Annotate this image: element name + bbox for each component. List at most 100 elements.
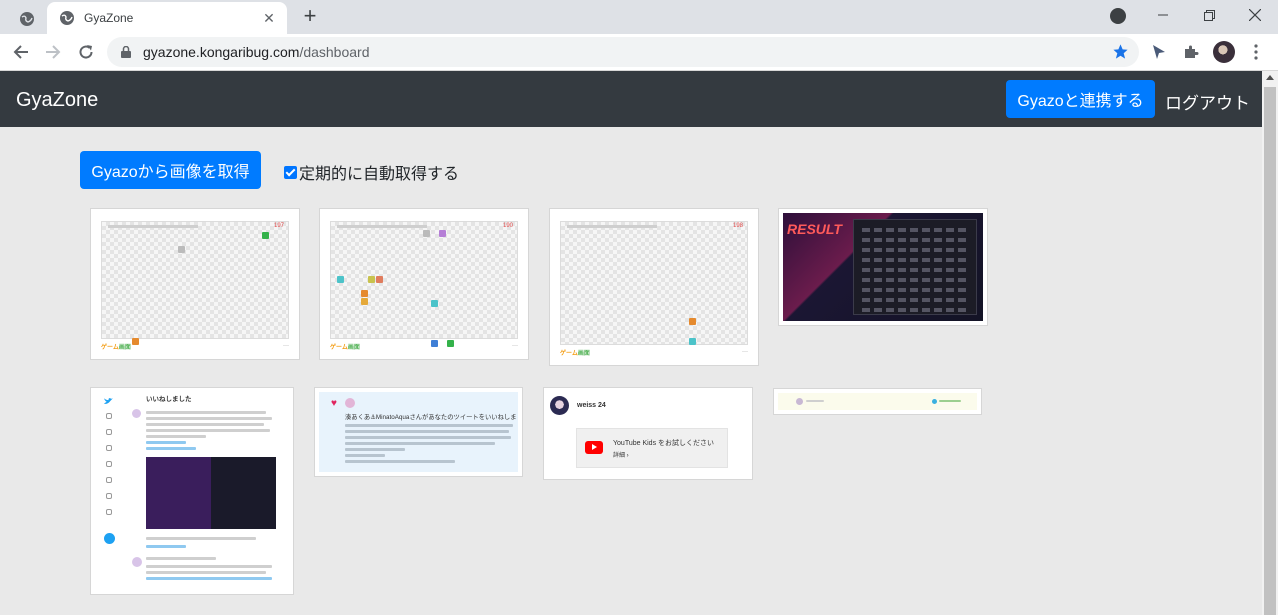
game-board: 190 bbox=[330, 221, 518, 347]
image-thumbnail[interactable]: 198 ゲーム 画面 ··· bbox=[549, 208, 759, 366]
tweet-text-line bbox=[146, 435, 206, 438]
more-vertical-icon bbox=[1254, 44, 1258, 60]
reload-button[interactable] bbox=[74, 40, 98, 64]
result-row bbox=[862, 278, 970, 282]
progress-bar bbox=[108, 225, 198, 228]
extension-button[interactable] bbox=[1148, 41, 1170, 63]
avatar bbox=[345, 398, 355, 408]
new-tab-button[interactable]: + bbox=[298, 5, 322, 29]
profile-button[interactable] bbox=[1213, 41, 1235, 63]
url-path: /dashboard bbox=[299, 44, 370, 60]
auto-fetch-checkbox[interactable] bbox=[284, 165, 297, 179]
star-icon[interactable] bbox=[1112, 43, 1129, 60]
tab-inactive[interactable] bbox=[8, 4, 46, 34]
notification-text: 湊あくあ⚓MinatoAquaさんがあなたのツイートをいいねしました bbox=[345, 414, 518, 421]
avatar bbox=[132, 557, 142, 567]
result-row bbox=[862, 268, 970, 272]
minimize-button[interactable] bbox=[1140, 0, 1186, 30]
globe-icon bbox=[20, 12, 34, 26]
tweet-text-line bbox=[146, 423, 264, 426]
game-footer-label: ゲーム bbox=[330, 344, 348, 351]
scroll-up-arrow-icon[interactable] bbox=[1266, 75, 1274, 80]
twitter-sidebar bbox=[98, 391, 118, 591]
url-host: gyazone.kongaribug.com bbox=[143, 44, 300, 60]
arrow-right-icon bbox=[46, 45, 61, 59]
brand-title[interactable]: GyaZone bbox=[16, 89, 98, 112]
tab-active[interactable]: GyaZone ✕ bbox=[47, 2, 287, 34]
scrollbar-thumb[interactable] bbox=[1264, 87, 1276, 615]
thumbnail-image: いいねしました bbox=[94, 391, 290, 591]
game-piece bbox=[376, 276, 383, 283]
youtube-logo-icon bbox=[585, 441, 603, 454]
globe-icon bbox=[60, 11, 74, 25]
tweet-hashtag-line bbox=[146, 447, 196, 450]
tab-search-icon[interactable] bbox=[1110, 8, 1126, 24]
tweet-compose-icon bbox=[104, 533, 115, 544]
restore-icon bbox=[1203, 9, 1215, 21]
nav-icon bbox=[106, 461, 112, 467]
image-thumbnail[interactable]: RESULT bbox=[778, 208, 988, 326]
game-piece bbox=[689, 338, 696, 345]
close-icon[interactable]: ✕ bbox=[261, 10, 277, 27]
game-piece bbox=[431, 300, 438, 307]
dashboard-content: Gyazoから画像を取得 定期的に自動取得する 197 ゲーム 画面 ··· 190 bbox=[0, 127, 1262, 615]
tweet-text-line bbox=[146, 417, 272, 420]
app-navbar: GyaZone Gyazoと連携する ログアウト bbox=[0, 71, 1262, 127]
image-thumbnail[interactable]: 197 ゲーム 画面 ··· bbox=[90, 208, 300, 360]
close-icon bbox=[1249, 9, 1261, 21]
tweet-hashtag-line bbox=[146, 577, 272, 580]
image-thumbnail[interactable]: weiss 24 YouTube Kids をお試しください 詳細 › bbox=[543, 387, 753, 480]
tweet-text-line bbox=[146, 429, 270, 432]
game-footer-right: ··· bbox=[283, 343, 289, 349]
close-window-button[interactable] bbox=[1232, 0, 1278, 30]
youtube-kids-title: YouTube Kids をお試しください bbox=[613, 440, 715, 447]
image-thumbnail[interactable] bbox=[773, 388, 982, 415]
strip-text-line bbox=[939, 400, 961, 402]
back-button[interactable] bbox=[9, 40, 33, 64]
browser-menu-button[interactable] bbox=[1245, 41, 1267, 63]
gyazo-extension-icon bbox=[1153, 45, 1165, 59]
score-label: 198 bbox=[732, 223, 743, 229]
tweet-hashtag-line bbox=[146, 441, 186, 444]
puzzle-icon bbox=[1185, 45, 1199, 58]
extensions-menu-button[interactable] bbox=[1180, 41, 1202, 63]
result-logo: RESULT bbox=[787, 221, 842, 237]
connect-gyazo-button[interactable]: Gyazoと連携する bbox=[1006, 80, 1155, 118]
tweet-text-line bbox=[345, 430, 509, 433]
auto-fetch-option[interactable]: 定期的に自動取得する bbox=[284, 160, 459, 184]
youtube-details-link: 詳細 › bbox=[613, 453, 629, 459]
avatar bbox=[1213, 41, 1235, 63]
image-thumbnail[interactable]: いいねしました bbox=[90, 387, 294, 595]
minimize-icon bbox=[1158, 14, 1168, 16]
browser-toolbar: gyazone.kongaribug.com/dashboard bbox=[0, 34, 1278, 71]
game-piece bbox=[439, 230, 446, 237]
image-thumbnail[interactable]: ♥ 湊あくあ⚓MinatoAquaさんがあなたのツイートをいいねしました bbox=[314, 387, 523, 477]
nav-icon bbox=[106, 413, 112, 419]
logout-link[interactable]: ログアウト bbox=[1165, 89, 1250, 114]
game-piece bbox=[689, 318, 696, 325]
result-row bbox=[862, 238, 970, 242]
result-row bbox=[862, 298, 970, 302]
tweet-image bbox=[146, 457, 276, 529]
result-row bbox=[862, 308, 970, 312]
heart-icon: ♥ bbox=[331, 398, 337, 409]
result-panel bbox=[853, 219, 977, 315]
restore-button[interactable] bbox=[1186, 0, 1232, 30]
avatar bbox=[796, 398, 803, 405]
auto-fetch-label: 定期的に自動取得する bbox=[299, 166, 460, 183]
tweet-text-line bbox=[345, 442, 495, 445]
forward-button[interactable] bbox=[41, 40, 65, 64]
game-piece bbox=[178, 246, 185, 253]
game-footer-label: ゲーム bbox=[560, 350, 578, 357]
image-thumbnail[interactable]: 190 ゲーム 画面 ··· bbox=[319, 208, 529, 360]
fetch-images-button[interactable]: Gyazoから画像を取得 bbox=[80, 151, 261, 189]
tweet-text-line bbox=[345, 460, 455, 463]
address-bar[interactable]: gyazone.kongaribug.com/dashboard bbox=[107, 37, 1139, 67]
url-text: gyazone.kongaribug.com/dashboard bbox=[143, 44, 370, 60]
thumbnail-image: ♥ 湊あくあ⚓MinatoAquaさんがあなたのツイートをいいねしました bbox=[319, 392, 518, 472]
game-footer: ゲーム 画面 ··· bbox=[101, 341, 289, 351]
game-footer-right: ··· bbox=[512, 343, 518, 349]
page-scrollbar[interactable] bbox=[1262, 71, 1278, 615]
tweet-text-line bbox=[146, 571, 266, 574]
score-label: 190 bbox=[502, 223, 513, 229]
